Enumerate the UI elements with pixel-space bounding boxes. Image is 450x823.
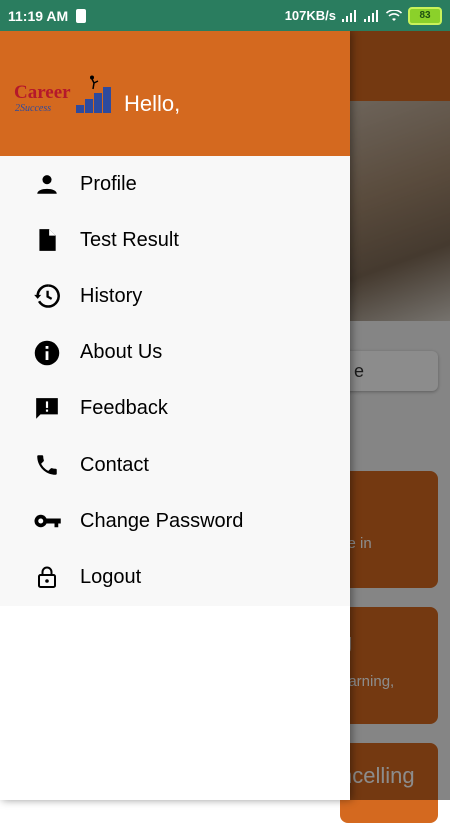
- menu-item-history[interactable]: History: [0, 268, 350, 324]
- document-icon: [30, 223, 64, 257]
- status-time: 11:19 AM: [8, 7, 69, 24]
- menu-item-label: Profile: [80, 172, 137, 195]
- menu-item-label: Logout: [80, 565, 142, 588]
- career2success-logo: Career 2Success: [14, 75, 111, 114]
- menu-item-label: Test Result: [80, 228, 179, 251]
- person-icon: [30, 167, 64, 201]
- drawer-header: Career 2Success Hello,: [0, 31, 350, 156]
- menu-item-label: Feedback: [80, 397, 168, 420]
- menu-item-label: Change Password: [80, 509, 244, 532]
- network-speed: 107KB/s: [284, 8, 336, 23]
- signal-icon-2: [364, 9, 378, 22]
- menu-item-about-us[interactable]: About Us: [0, 325, 350, 381]
- wifi-icon: [386, 9, 402, 21]
- history-icon: [30, 279, 64, 313]
- menu-item-profile[interactable]: Profile: [0, 156, 350, 212]
- status-right: 107KB/s 83: [284, 6, 442, 25]
- feedback-icon: [30, 392, 64, 426]
- navigation-drawer: Career 2Success Hello, Profile Test Resu…: [0, 31, 350, 800]
- menu-item-label: History: [80, 284, 143, 307]
- menu-item-change-password[interactable]: Change Password: [0, 493, 350, 549]
- menu-item-logout[interactable]: Logout: [0, 549, 350, 605]
- svg-text:Career: Career: [14, 82, 71, 103]
- status-bar: 11:19 AM 107KB/s 83: [0, 0, 450, 31]
- menu-item-label: Contact: [80, 453, 149, 476]
- phone-icon: [30, 448, 64, 482]
- drawer-menu: Profile Test Result History About Us Fee…: [0, 156, 350, 606]
- sim-card-icon: [76, 8, 87, 23]
- menu-item-test-result[interactable]: Test Result: [0, 212, 350, 268]
- lock-icon: [30, 560, 64, 594]
- signal-icon: [342, 9, 356, 22]
- battery-icon: 83: [408, 6, 442, 25]
- svg-text:2Success: 2Success: [15, 103, 51, 114]
- menu-item-feedback[interactable]: Feedback: [0, 381, 350, 437]
- greeting-text: Hello,: [124, 91, 181, 116]
- info-icon: [30, 336, 64, 370]
- key-icon: [30, 504, 64, 538]
- menu-item-label: About Us: [80, 341, 163, 364]
- menu-item-contact[interactable]: Contact: [0, 437, 350, 493]
